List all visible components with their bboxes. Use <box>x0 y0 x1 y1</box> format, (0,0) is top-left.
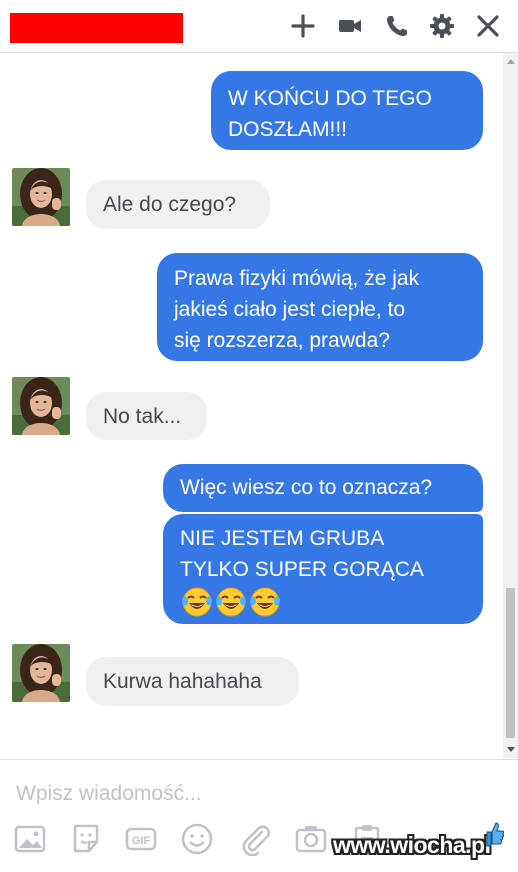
paperclip-icon[interactable] <box>238 822 272 856</box>
incoming-message-bubble: Ale do czego? <box>86 180 270 229</box>
friend-avatar[interactable] <box>12 168 70 226</box>
video-camera-icon[interactable] <box>337 13 363 39</box>
message-text: NIE JESTEM GRUBA TYLKO SUPER GORĄCA <box>180 527 424 581</box>
camera-icon[interactable] <box>294 822 328 856</box>
emoji-icon[interactable] <box>180 822 214 856</box>
sticker-icon[interactable] <box>69 822 103 856</box>
image-icon[interactable] <box>13 822 47 856</box>
face-with-tears-of-joy-icon <box>182 587 212 617</box>
face-with-tears-of-joy-icon <box>250 587 280 617</box>
friend-avatar[interactable] <box>12 377 70 435</box>
gear-icon[interactable] <box>429 13 455 39</box>
emoji-row <box>180 586 466 618</box>
scroll-up-arrow-icon[interactable] <box>507 59 515 64</box>
scrollbar-thumb[interactable] <box>506 588 515 738</box>
gif-icon[interactable]: GIF <box>124 822 158 856</box>
outgoing-message-bubble: Więc wiesz co to oznacza? <box>163 464 483 512</box>
outgoing-message-bubble: Prawa fizyki mówią, że jak jakieś ciało … <box>157 253 483 361</box>
outgoing-message-bubble: W KOŃCU DO TEGO DOSZŁAM!!! <box>211 71 483 150</box>
chat-header <box>0 0 518 53</box>
redacted-contact-name <box>10 13 183 43</box>
incoming-message-bubble: No tak... <box>86 392 207 440</box>
scroll-down-arrow-icon[interactable] <box>507 747 515 752</box>
message-list[interactable]: W KOŃCU DO TEGO DOSZŁAM!!! Ale do czego?… <box>0 53 503 758</box>
incoming-message-bubble: Kurwa hahahaha <box>86 657 299 706</box>
phone-icon[interactable] <box>384 13 410 39</box>
message-input[interactable] <box>14 778 498 810</box>
outgoing-message-bubble: NIE JESTEM GRUBA TYLKO SUPER GORĄCA <box>163 514 483 624</box>
friend-avatar[interactable] <box>12 644 70 702</box>
chat-scrollbar[interactable] <box>503 53 518 758</box>
close-icon[interactable] <box>475 13 501 39</box>
face-with-tears-of-joy-icon <box>216 587 246 617</box>
gif-label: GIF <box>132 835 151 847</box>
watermark-text: www.wiocha.pl <box>333 832 491 858</box>
plus-icon[interactable] <box>290 13 316 39</box>
thumbs-up-icon <box>486 822 505 847</box>
